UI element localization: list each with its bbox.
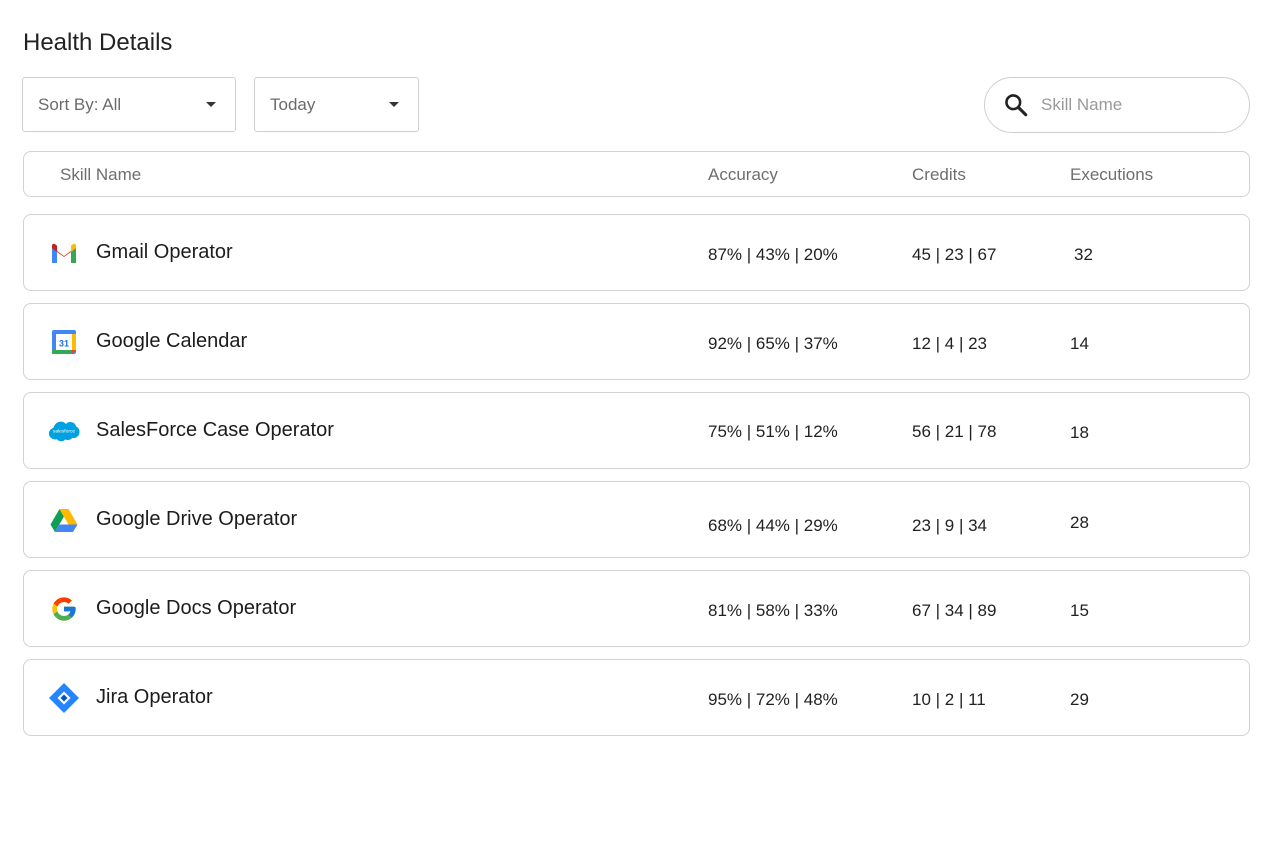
table-header: Skill Name Accuracy Credits Executions — [23, 151, 1250, 197]
chevron-down-icon — [206, 102, 216, 107]
credits-value: 45 | 23 | 67 — [912, 245, 997, 264]
credits-value: 67 | 34 | 89 — [912, 601, 997, 620]
page-title: Health Details — [23, 29, 173, 56]
accuracy-value: 81% | 58% | 33% — [708, 601, 838, 620]
column-header-accuracy[interactable]: Accuracy — [708, 165, 778, 185]
accuracy-value: 95% | 72% | 48% — [708, 690, 838, 709]
column-header-skill-name[interactable]: Skill Name — [60, 165, 141, 185]
table-row[interactable]: Google Docs Operator 81% | 58% | 33% 67 … — [23, 570, 1250, 647]
skill-name: Google Docs Operator — [96, 597, 297, 619]
svg-text:salesforce: salesforce — [53, 429, 76, 435]
accuracy-value: 68% | 44% | 29% — [708, 516, 838, 535]
skill-name: Jira Operator — [96, 686, 213, 708]
sort-by-label: Sort By: All — [38, 94, 122, 114]
skill-name: Google Drive Operator — [96, 508, 298, 530]
search-icon — [1005, 94, 1028, 117]
table-row[interactable]: 31 Google Calendar 92% | 65% | 37% 12 | … — [23, 303, 1250, 380]
google-calendar-icon: 31 — [48, 328, 80, 356]
google-drive-icon — [48, 506, 80, 534]
salesforce-icon: salesforce — [48, 417, 80, 445]
table-row[interactable]: salesforce SalesForce Case Operator 75% … — [23, 392, 1250, 469]
svg-text:31: 31 — [59, 339, 69, 349]
google-icon — [48, 595, 80, 623]
executions-value: 29 — [1070, 690, 1089, 709]
sort-by-dropdown[interactable]: Sort By: All — [22, 77, 236, 132]
accuracy-value: 92% | 65% | 37% — [708, 334, 838, 353]
table-row[interactable]: Gmail Operator 87% | 43% | 20% 45 | 23 |… — [23, 214, 1250, 291]
executions-value: 15 — [1070, 601, 1089, 620]
skill-name: SalesForce Case Operator — [96, 419, 334, 441]
skill-name: Google Calendar — [96, 330, 248, 352]
credits-value: 12 | 4 | 23 — [912, 334, 987, 353]
credits-value: 56 | 21 | 78 — [912, 422, 997, 441]
column-header-executions[interactable]: Executions — [1070, 165, 1153, 185]
credits-value: 10 | 2 | 11 — [912, 690, 986, 709]
executions-value: 18 — [1070, 423, 1089, 442]
date-range-dropdown[interactable]: Today — [254, 77, 419, 132]
accuracy-value: 87% | 43% | 20% — [708, 245, 838, 264]
jira-icon — [48, 683, 80, 713]
accuracy-value: 75% | 51% | 12% — [708, 422, 838, 441]
search-input[interactable] — [1041, 95, 1221, 115]
skill-search-box[interactable] — [984, 77, 1250, 133]
health-details-page: Health Details Sort By: All Today Skill … — [0, 0, 1264, 848]
skill-name: Gmail Operator — [96, 241, 233, 263]
date-range-label: Today — [270, 94, 316, 114]
credits-value: 23 | 9 | 34 — [912, 516, 987, 535]
executions-value: 14 — [1070, 334, 1089, 353]
chevron-down-icon — [389, 102, 399, 107]
table-row[interactable]: Jira Operator 95% | 72% | 48% 10 | 2 | 1… — [23, 659, 1250, 736]
gmail-icon — [48, 239, 80, 267]
table-row[interactable]: Google Drive Operator 68% | 44% | 29% 23… — [23, 481, 1250, 558]
executions-value: 28 — [1070, 513, 1089, 532]
executions-value: 32 — [1074, 245, 1093, 264]
column-header-credits[interactable]: Credits — [912, 165, 966, 185]
